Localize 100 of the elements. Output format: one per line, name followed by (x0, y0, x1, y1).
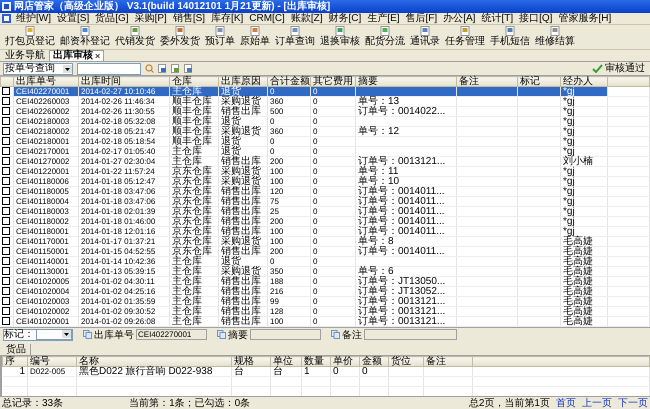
menu-item[interactable]: 管家服务[H] (557, 12, 612, 24)
search-field[interactable] (77, 62, 141, 74)
menu-item[interactable]: 统计[T] (480, 12, 514, 24)
checkbox[interactable] (2, 107, 10, 116)
column-header[interactable]: 出库单号 (14, 76, 78, 86)
checkbox[interactable] (2, 317, 10, 326)
table-cell: 销售出库 (218, 306, 268, 316)
checkbox[interactable] (2, 297, 10, 306)
column-header[interactable]: 仓库 (170, 76, 218, 86)
table-cell: 销售出库 (218, 216, 268, 226)
checkbox[interactable] (2, 287, 10, 296)
checkbox[interactable] (2, 247, 10, 256)
page-link[interactable]: 下一页 (618, 396, 648, 409)
checkbox[interactable] (2, 127, 10, 136)
toolbar-button[interactable]: 配货分流 (363, 26, 407, 48)
menu-item[interactable]: 维护[W] (15, 12, 52, 24)
text-field[interactable] (250, 329, 321, 340)
document-icon[interactable] (158, 64, 167, 73)
checkbox[interactable] (2, 307, 10, 316)
dropdown-arrow-icon[interactable] (63, 64, 72, 72)
toolbar-button[interactable]: 退换审核 (318, 26, 362, 48)
document-icon[interactable] (171, 64, 180, 73)
menu-item[interactable]: 库存[K] (210, 12, 244, 24)
column-header[interactable]: 数量 (302, 356, 330, 366)
text-field[interactable]: CEI402270001 (136, 329, 207, 340)
menu-item[interactable]: 生产[E] (366, 12, 401, 24)
table-cell: 1 (2, 366, 28, 376)
page-link[interactable]: 上一页 (582, 396, 612, 409)
column-header[interactable]: 货位 (388, 356, 424, 366)
menu-item[interactable]: 采购[P] (134, 12, 168, 24)
column-header[interactable]: 单价 (330, 356, 360, 366)
checkbox[interactable] (2, 227, 10, 236)
approve-button[interactable]: 审核通过 (590, 64, 647, 74)
checkbox[interactable] (2, 147, 10, 156)
table-cell: CEI401130001 (14, 266, 78, 276)
checkbox[interactable] (2, 117, 10, 126)
menu-item[interactable]: 账款[Z] (290, 12, 324, 24)
toolbar-button[interactable]: 邮资补登记 (58, 26, 112, 48)
tab[interactable]: 出库审核 × (49, 50, 104, 61)
toolbar-button[interactable]: 通讯录 (408, 26, 442, 48)
search-icon[interactable] (145, 64, 154, 73)
checkbox[interactable] (2, 187, 10, 196)
column-header[interactable]: 单位 (270, 356, 302, 366)
menu-item[interactable]: 货品[G] (94, 12, 130, 24)
document-icon[interactable] (184, 64, 193, 73)
menu-item[interactable]: 售后[F] (404, 12, 438, 24)
checkbox[interactable] (2, 207, 10, 216)
toolbar-button[interactable]: 委外发货 (158, 26, 202, 48)
menu-item[interactable]: 设置[S] (56, 12, 90, 24)
table-cell: 0 (310, 196, 356, 206)
column-header[interactable]: 出库时间 (78, 76, 170, 86)
column-header[interactable]: 备注 (456, 76, 518, 86)
checkbox[interactable] (2, 137, 10, 146)
column-header[interactable]: 其它费用 (310, 76, 356, 86)
checkbox[interactable] (2, 167, 10, 176)
column-header[interactable]: 经办人 (560, 76, 608, 86)
toolbar-button[interactable]: 手机短信 (488, 26, 532, 48)
toolbar-button[interactable]: 原始单 (238, 26, 272, 48)
checkbox[interactable] (2, 177, 10, 186)
checkbox[interactable] (2, 277, 10, 286)
column-header[interactable]: 编号 (28, 356, 76, 366)
checkbox[interactable] (2, 217, 10, 226)
column-header[interactable]: 标记 (518, 76, 560, 86)
checkbox[interactable] (2, 97, 10, 106)
table-cell: D022-005 (28, 366, 76, 376)
column-header[interactable]: 合计金额 (268, 76, 310, 86)
page-link[interactable]: 首页 (556, 396, 576, 409)
menu-item[interactable]: 财务[C] (328, 12, 362, 24)
menu-item[interactable]: CRM[C] (248, 12, 286, 24)
menu-item[interactable]: 办公[A] (442, 12, 476, 24)
toolbar-button[interactable]: 打包员登记 (3, 26, 57, 48)
menu-item[interactable]: 销售[S] (172, 12, 206, 24)
document-icon (250, 26, 260, 36)
table-cell: 2014-01-17 01:37:21 (78, 236, 170, 246)
text-field[interactable] (364, 329, 457, 340)
column-header[interactable]: 出库原因 (218, 76, 268, 86)
search-mode-dropdown[interactable]: 按单号查询 (3, 62, 73, 74)
checkbox[interactable] (2, 87, 10, 96)
dropdown-arrow-icon[interactable] (62, 330, 71, 338)
toolbar-button[interactable]: 代销发货 (113, 26, 157, 48)
checkbox[interactable] (2, 157, 10, 166)
checkbox[interactable] (2, 197, 10, 206)
table-cell: CEI401180001 (14, 226, 78, 236)
table-cell: 顺丰仓库 (170, 116, 218, 126)
toolbar-button[interactable]: 订单查询 (273, 26, 317, 48)
column-header[interactable]: 名称 (76, 356, 232, 366)
toolbar-button[interactable]: 维修结算 (533, 26, 577, 48)
checkbox[interactable] (2, 257, 10, 266)
checkbox[interactable] (2, 267, 10, 276)
menu-item[interactable]: 接口[Q] (518, 12, 554, 24)
checkbox[interactable] (2, 237, 10, 246)
tab[interactable]: 业务导航 (2, 51, 48, 61)
toolbar-button[interactable]: 预订单 (203, 26, 237, 48)
table-cell: CEI401150001 (14, 246, 78, 256)
column-header[interactable]: 规格 (232, 356, 270, 366)
tab[interactable]: 货品 (2, 344, 31, 355)
toolbar-button[interactable]: 任务管理 (443, 26, 487, 48)
app-menu-icon[interactable] (2, 14, 11, 23)
close-icon[interactable]: × (95, 52, 100, 60)
column-header[interactable]: 摘要 (356, 76, 456, 86)
